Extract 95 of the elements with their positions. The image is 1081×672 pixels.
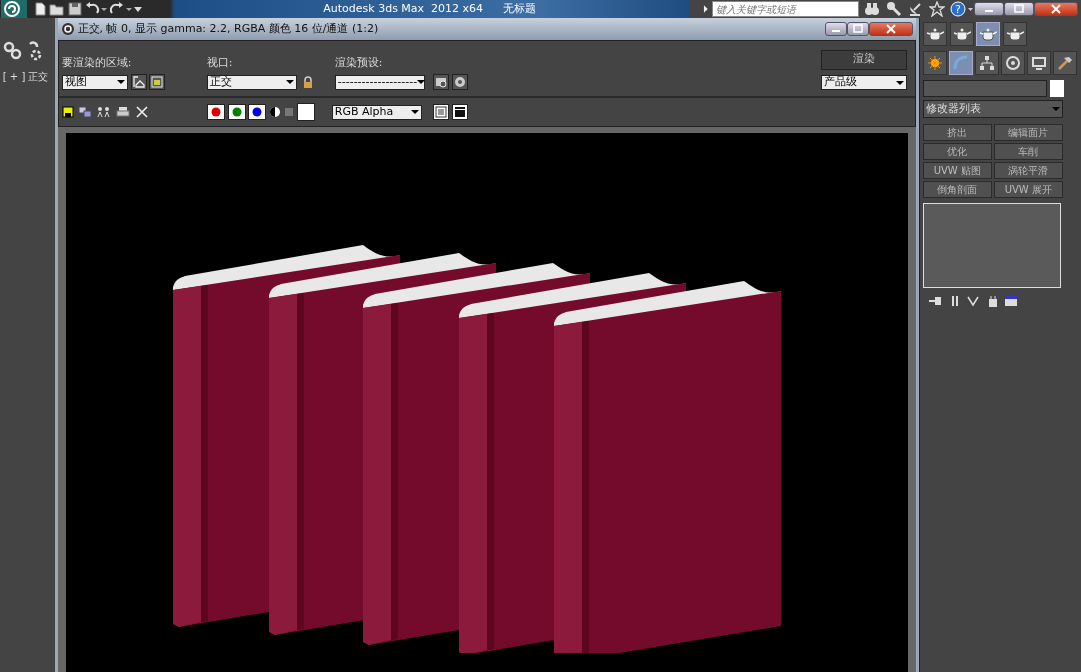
quality-dropdown[interactable]: 产品级: [820, 75, 907, 90]
monitor-icon: [1030, 54, 1047, 71]
render-tool-button[interactable]: [976, 22, 1001, 46]
modifier-button[interactable]: UVW 展开: [993, 180, 1063, 198]
modifier-button[interactable]: 倒角剖面: [922, 180, 992, 198]
teapot-render-icon: [952, 26, 971, 42]
display-icon: [453, 106, 466, 118]
link-icon[interactable]: [2, 41, 23, 61]
sun-icon: [926, 54, 943, 71]
panel-tab[interactable]: [948, 50, 973, 75]
close-icon: [1051, 4, 1062, 14]
gear-icon: [453, 76, 466, 88]
maximize-button[interactable]: [1004, 2, 1035, 16]
close-icon: [886, 24, 897, 34]
clear-icon[interactable]: [135, 106, 148, 118]
new-file-icon[interactable]: [32, 2, 47, 16]
frame-icon: [151, 76, 164, 88]
hierarchy-icon: [978, 54, 995, 71]
app-logo-icon: [60, 22, 75, 36]
preset-dropdown[interactable]: --------------------: [334, 74, 425, 90]
channel-dropdown[interactable]: RGB Alpha: [331, 104, 422, 120]
arc-icon: [952, 54, 969, 71]
panel-tab[interactable]: [974, 50, 999, 75]
teapot-icon: [1006, 26, 1024, 42]
redo-icon[interactable]: [109, 2, 132, 16]
satellite-dish-icon[interactable]: [907, 1, 924, 17]
overlay-icon: [434, 106, 447, 118]
maximize-button[interactable]: [847, 22, 870, 36]
print-icon[interactable]: [116, 106, 131, 118]
modifier-list-dropdown[interactable]: 修改器列表: [922, 100, 1063, 118]
field-label: 渲染预设:: [334, 54, 384, 71]
channel-toggle[interactable]: [206, 104, 225, 120]
auto-region-button[interactable]: [149, 74, 166, 90]
star-icon[interactable]: [928, 1, 945, 17]
close-button[interactable]: [1034, 2, 1079, 16]
minimize-button[interactable]: [825, 22, 848, 36]
window-title: 正交, 帧 0, 显示 gamma: 2.2, RGBA 颜色 16 位/通道 (1:2): [77, 20, 379, 37]
app-logo-icon[interactable]: [0, 0, 28, 18]
make-unique-icon[interactable]: [967, 294, 982, 307]
save-image-icon[interactable]: [61, 106, 74, 118]
modifier-button[interactable]: 涡轮平滑: [993, 161, 1063, 179]
edit-region-button[interactable]: [130, 74, 147, 90]
binoculars-icon[interactable]: [864, 1, 881, 17]
load-preset-button[interactable]: [433, 74, 449, 90]
pin-stack-icon[interactable]: [928, 294, 943, 307]
close-button[interactable]: [869, 22, 914, 36]
render-button[interactable]: 渲染: [820, 49, 907, 70]
channel-toggle[interactable]: [248, 104, 267, 120]
document-title: 无标题: [503, 0, 537, 17]
render-tool-button[interactable]: [922, 22, 947, 46]
color-swatch[interactable]: [1049, 80, 1064, 98]
channel-toggle[interactable]: [227, 104, 246, 120]
folder-icon[interactable]: [49, 2, 66, 16]
render-setup-button[interactable]: [451, 74, 468, 90]
teapot-window-icon: [925, 26, 944, 42]
hammer-icon: [1056, 54, 1073, 71]
camera-icon: [435, 76, 447, 88]
save-icon[interactable]: [68, 2, 83, 16]
target-icon: [1004, 54, 1021, 71]
area-dropdown[interactable]: 视图: [61, 74, 128, 90]
swatch-toggle-icon[interactable]: [283, 107, 294, 117]
configure-sets-icon[interactable]: [1004, 294, 1019, 307]
copy-icon[interactable]: [79, 106, 92, 118]
modifier-button[interactable]: 车削: [993, 142, 1063, 160]
undo-icon[interactable]: [84, 2, 107, 16]
modifier-button[interactable]: 编辑面片: [993, 123, 1063, 141]
maximize-icon: [1014, 4, 1025, 14]
panel-tab[interactable]: [1026, 50, 1051, 75]
clone-window-icon[interactable]: [96, 106, 111, 118]
modifier-button[interactable]: 优化: [922, 142, 992, 160]
modifier-button[interactable]: 挤出: [922, 123, 992, 141]
panel-tab[interactable]: [1052, 50, 1077, 75]
maximize-icon: [853, 24, 864, 34]
panel-tab[interactable]: [922, 50, 947, 75]
toggle-ui-overlay-button[interactable]: [432, 104, 449, 120]
viewport-dropdown[interactable]: 正交: [206, 74, 297, 90]
minimize-button[interactable]: [974, 2, 1005, 16]
color-swatch[interactable]: [296, 103, 315, 121]
field-label: 视口:: [206, 54, 234, 71]
search-field[interactable]: 键入关键字或短语: [712, 1, 859, 17]
panel-tab[interactable]: [1000, 50, 1025, 75]
monochrome-icon[interactable]: [269, 106, 281, 118]
hand-region-icon: [132, 76, 145, 88]
toggle-ui-button[interactable]: [451, 104, 468, 120]
modifier-button[interactable]: UVW 贴图: [922, 161, 992, 179]
app-title: Autodesk 3ds Max 2012 x64: [323, 1, 484, 15]
name-field[interactable]: [922, 80, 1047, 98]
lock-icon: [301, 76, 314, 88]
wrench-icon[interactable]: [885, 1, 902, 17]
teapot-icon: [979, 26, 998, 42]
render-tool-button[interactable]: [1003, 22, 1027, 46]
viewport-label[interactable]: [ + ] 正交: [0, 68, 55, 84]
remove-modifier-icon[interactable]: [986, 294, 999, 307]
render-tool-button[interactable]: [949, 22, 974, 46]
field-label: 要渲染的区域:: [61, 54, 133, 71]
